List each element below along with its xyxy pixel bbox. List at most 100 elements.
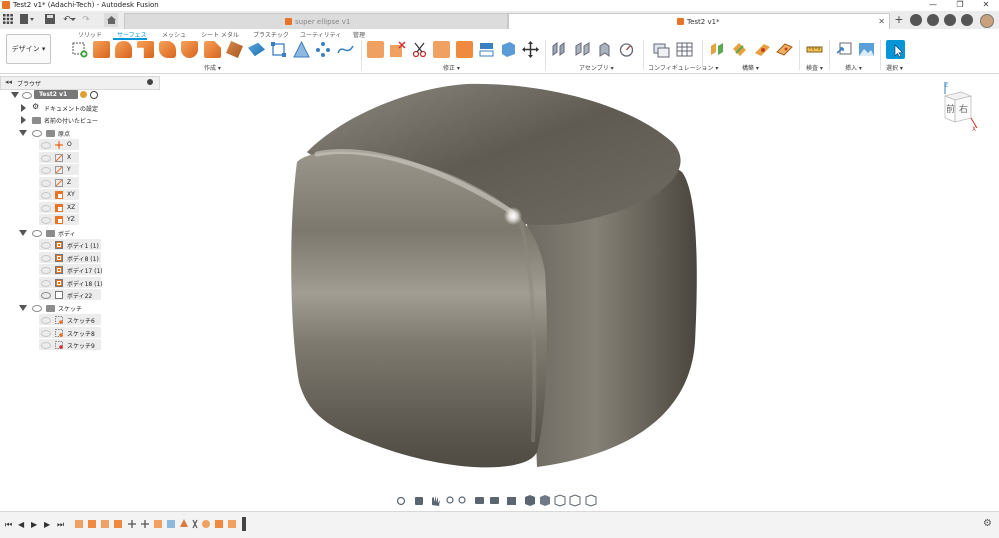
browser-tree-row[interactable]: X — [0, 151, 160, 165]
visibility-eye-icon[interactable] — [32, 129, 42, 137]
visibility-eye-icon[interactable] — [41, 267, 51, 274]
tab-plastic[interactable]: プラスチック — [253, 30, 289, 39]
tab-utilities[interactable]: ユーティリティ — [300, 30, 341, 39]
visibility-eye-icon[interactable] — [41, 317, 51, 324]
browser-tree-row[interactable]: スケッチ8 — [0, 326, 160, 340]
redo-icon[interactable]: ↷ — [80, 14, 92, 26]
visibility-eye-icon[interactable] — [41, 254, 51, 262]
offset-plane-icon[interactable] — [709, 41, 726, 58]
visibility-eye-icon[interactable] — [41, 279, 51, 287]
browser-tree-row[interactable]: YZ — [0, 214, 160, 227]
insert-canvas-icon[interactable] — [858, 41, 875, 58]
select-tool-icon[interactable] — [886, 40, 905, 59]
group-configuration[interactable]: コンフィギュレーション ▾ — [648, 63, 718, 72]
collapse-arrow-icon[interactable] — [19, 229, 27, 236]
rounded-cube-model[interactable] — [287, 82, 698, 473]
lock-icon[interactable] — [80, 91, 87, 98]
group-assemble[interactable]: アセンブリ ▾ — [579, 63, 614, 72]
visibility-eye-icon[interactable] — [41, 292, 51, 299]
minimize-button[interactable]: — — [920, 0, 946, 11]
config-table-icon[interactable] — [676, 41, 693, 58]
step-back-icon[interactable]: ◀ — [18, 520, 24, 529]
unstitch-icon[interactable] — [500, 41, 517, 58]
loft-icon[interactable] — [159, 41, 176, 58]
browser-tree-row[interactable]: ボディ17 (1) — [0, 264, 160, 277]
visibility-eye-icon[interactable] — [41, 342, 51, 349]
browser-tree-row[interactable]: Y — [0, 164, 160, 177]
revolve-icon[interactable] — [115, 41, 132, 58]
user-avatar[interactable] — [980, 14, 994, 28]
group-insert[interactable]: 挿入 ▾ — [845, 63, 862, 72]
browser-tree-row[interactable]: O — [0, 139, 160, 152]
job-status-icon[interactable] — [927, 14, 939, 26]
file-menu-icon[interactable] — [20, 14, 34, 26]
collapse-arrow-icon[interactable] — [11, 92, 19, 98]
visibility-eye-icon[interactable] — [41, 204, 51, 212]
delete-face-icon[interactable] — [389, 41, 406, 58]
press-pull-icon[interactable] — [456, 41, 473, 58]
pyramid-icon[interactable] — [293, 40, 310, 58]
browser-tree-row[interactable]: ボディ8 (1) — [0, 251, 160, 265]
visibility-eye-icon[interactable] — [32, 229, 42, 237]
timeline-features[interactable] — [73, 517, 249, 531]
browser-panel-header[interactable]: ◂◂ ブラウザ — [0, 76, 160, 90]
edge-extend-icon[interactable] — [367, 41, 384, 58]
tab-test2[interactable]: Test2 v1* ✕ — [508, 13, 890, 30]
configure-icon[interactable] — [653, 41, 670, 58]
visibility-eye-icon[interactable] — [41, 192, 51, 199]
browser-tree-row[interactable]: ⚙ ドキュメントの設定 — [0, 102, 160, 115]
right-face-label[interactable]: 右 — [959, 102, 968, 115]
plane-at-angle-icon[interactable] — [731, 41, 748, 58]
visibility-eye-icon[interactable] — [41, 242, 51, 249]
group-select[interactable]: 選択 ▾ — [886, 63, 903, 72]
joint-icon[interactable] — [574, 41, 591, 58]
collapse-arrow-icon[interactable] — [19, 304, 27, 311]
close-tab-icon[interactable]: ✕ — [878, 14, 885, 30]
group-modify[interactable]: 修正 ▾ — [443, 63, 460, 72]
midplane-icon[interactable] — [776, 41, 793, 58]
maximize-button[interactable]: ❐ — [947, 0, 973, 11]
trim-scissors-icon[interactable] — [411, 41, 428, 58]
close-window-button[interactable]: ✕ — [973, 0, 999, 11]
browser-tree-row[interactable]: ボディ1 (1) — [0, 239, 160, 252]
browser-tree-row[interactable]: 原点 — [0, 127, 160, 140]
browser-tree-row[interactable]: 名前の付いたビュー — [0, 114, 160, 127]
browser-tree-row[interactable]: XZ — [0, 201, 160, 215]
tangent-plane-icon[interactable] — [754, 41, 771, 58]
visibility-eye-icon[interactable] — [41, 329, 51, 337]
group-inspect[interactable]: 検査 ▾ — [806, 63, 823, 72]
browser-tree-row[interactable]: スケッチ9 — [0, 339, 160, 352]
collapse-arrow-icon[interactable] — [19, 129, 27, 136]
extrude-icon[interactable] — [93, 41, 110, 58]
new-tab-plus-icon[interactable]: + — [893, 14, 905, 26]
browser-tree-row[interactable]: ボディ — [0, 227, 160, 240]
visibility-eye-icon[interactable] — [41, 217, 51, 224]
visibility-eye-icon[interactable] — [32, 304, 42, 312]
visibility-eye-icon[interactable] — [41, 167, 51, 174]
patch-icon[interactable] — [181, 41, 198, 58]
visibility-eye-icon[interactable] — [41, 154, 51, 162]
expand-arrow-icon[interactable] — [21, 103, 26, 112]
visibility-eye-icon[interactable] — [41, 179, 51, 187]
tab-manage[interactable]: 管理 — [353, 30, 365, 39]
untrim-icon[interactable] — [433, 41, 450, 58]
browser-tree-row[interactable]: Z — [0, 176, 160, 190]
browser-tree-row[interactable]: スケッチ6 — [0, 314, 160, 327]
timeline-settings-gear-icon[interactable]: ⚙ — [983, 518, 992, 529]
visibility-eye-icon[interactable] — [22, 92, 32, 99]
help-icon[interactable] — [961, 14, 973, 26]
expand-arrow-icon[interactable] — [21, 116, 26, 124]
save-icon[interactable] — [44, 14, 56, 26]
group-create[interactable]: 作成 ▾ — [204, 63, 221, 72]
move-copy-icon[interactable] — [522, 41, 539, 58]
new-component-icon[interactable] — [551, 41, 568, 58]
tab-sheet-metal[interactable]: シート メタル — [201, 30, 239, 39]
notifications-icon[interactable] — [944, 14, 956, 26]
extensions-icon[interactable] — [910, 14, 922, 26]
step-forward-icon[interactable]: ▶ — [44, 520, 50, 529]
undo-dropdown-icon[interactable] — [70, 14, 76, 26]
tab-super-ellipse[interactable]: super ellipse v1 — [124, 13, 508, 30]
tab-mesh[interactable]: メッシュ — [162, 30, 186, 39]
insert-derive-icon[interactable] — [836, 41, 853, 58]
create-sketch-icon[interactable] — [71, 41, 88, 58]
